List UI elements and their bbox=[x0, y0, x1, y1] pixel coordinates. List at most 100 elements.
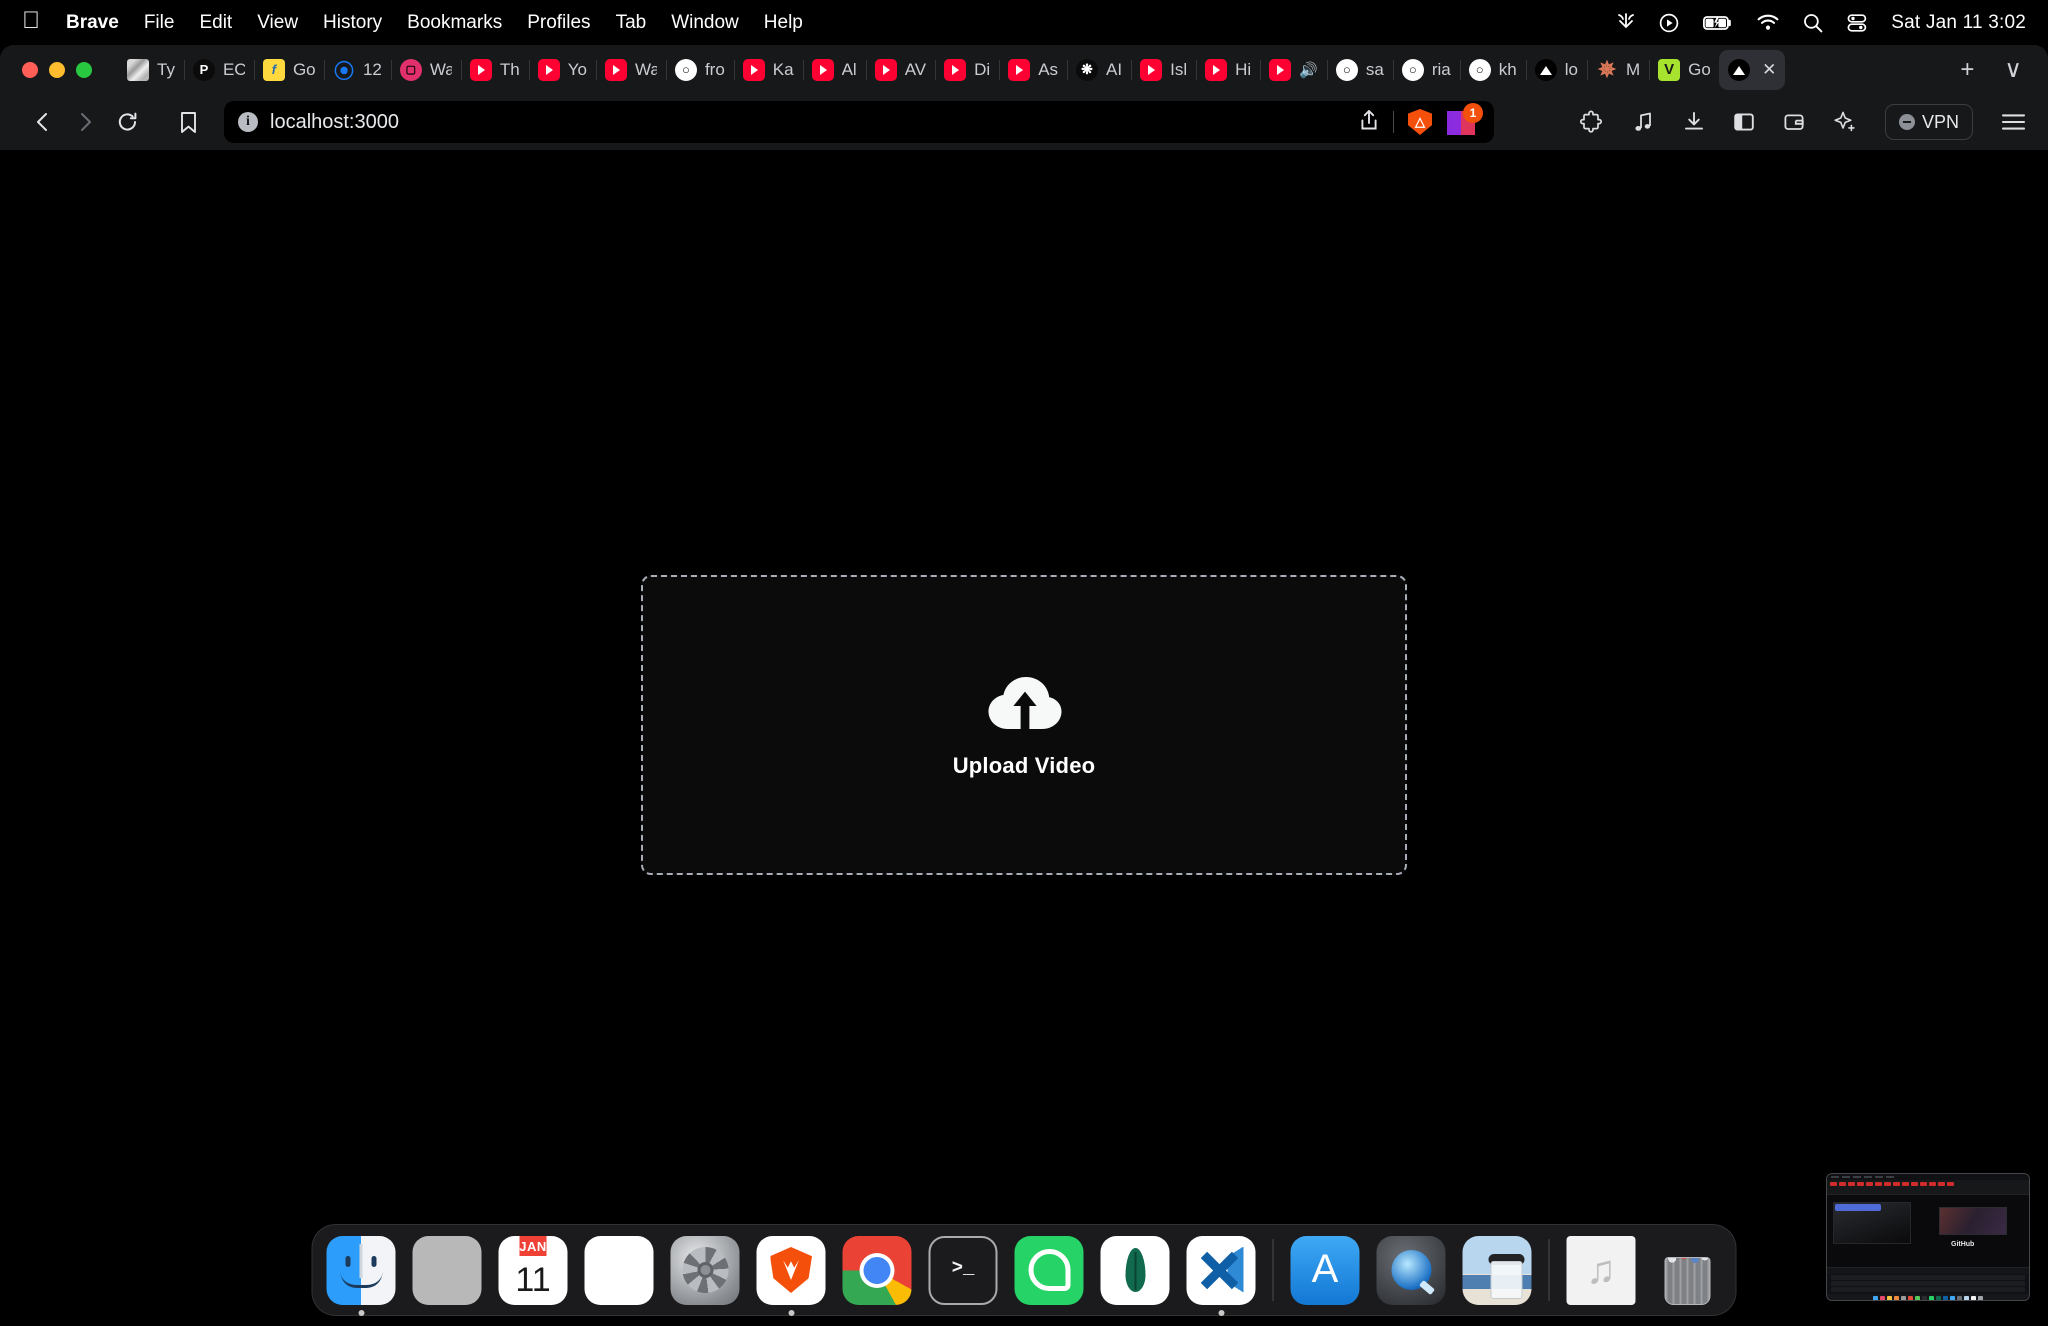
dock-item-chrome[interactable] bbox=[843, 1236, 912, 1305]
extensions-puzzle-icon[interactable] bbox=[1580, 110, 1604, 134]
browser-tab[interactable]: ○ria bbox=[1393, 50, 1460, 90]
apple-logo-icon[interactable]:  bbox=[22, 9, 40, 33]
menu-item-file[interactable]: File bbox=[144, 12, 175, 34]
browser-tab[interactable]: Th bbox=[461, 50, 529, 90]
menu-item-tab[interactable]: Tab bbox=[616, 12, 647, 34]
browser-tab[interactable]: ✵M bbox=[1587, 50, 1649, 90]
speaker-icon[interactable]: 🔊 bbox=[1299, 61, 1318, 79]
dock-item-whatsapp[interactable] bbox=[1015, 1236, 1084, 1305]
menu-item-help[interactable]: Help bbox=[764, 12, 803, 34]
menu-item-bookmarks[interactable]: Bookmarks bbox=[407, 12, 502, 34]
play-circle-icon[interactable] bbox=[1659, 13, 1679, 33]
menu-item-brave[interactable]: Brave bbox=[66, 12, 119, 34]
browser-tab[interactable]: As bbox=[999, 50, 1067, 90]
new-tab-button[interactable]: + bbox=[1960, 58, 1974, 82]
menu-item-edit[interactable]: Edit bbox=[199, 12, 232, 34]
browser-tab[interactable]: Ka bbox=[734, 50, 803, 90]
dock-item-trash[interactable] bbox=[1653, 1236, 1722, 1305]
thumb-address-bar bbox=[1827, 1188, 2029, 1195]
screenshot-preview-thumbnail[interactable]: GitHub bbox=[1826, 1173, 2030, 1301]
browser-tab-playing-audio[interactable]: 🔊 bbox=[1260, 50, 1327, 90]
url-text[interactable]: localhost:3000 bbox=[270, 111, 1347, 134]
browser-tab[interactable]: Al bbox=[803, 50, 866, 90]
wallet-icon[interactable] bbox=[1783, 111, 1805, 133]
browser-tab[interactable]: AV bbox=[866, 50, 935, 90]
browser-tab[interactable]: VGo bbox=[1649, 50, 1719, 90]
upload-video-dropzone[interactable]: Upload Video bbox=[641, 575, 1407, 875]
vercel-extension-icon[interactable]: 1 bbox=[1446, 107, 1480, 137]
browser-tab[interactable]: fGo bbox=[254, 50, 324, 90]
reload-button[interactable] bbox=[106, 101, 148, 143]
leo-ai-sparkle-icon[interactable] bbox=[1833, 110, 1857, 134]
browser-tab[interactable]: Wa bbox=[596, 50, 666, 90]
sidebar-icon[interactable] bbox=[1733, 111, 1755, 133]
download-arrow-icon[interactable] bbox=[1617, 13, 1635, 33]
menu-item-history[interactable]: History bbox=[323, 12, 382, 34]
close-tab-icon[interactable]: ✕ bbox=[1762, 60, 1776, 80]
control-center-icon[interactable] bbox=[1847, 13, 1867, 33]
browser-tab[interactable]: Hi bbox=[1196, 50, 1260, 90]
dock-item-app-store[interactable]: A bbox=[1291, 1236, 1360, 1305]
tab-label: EC bbox=[223, 60, 245, 80]
dock-item-mongodb-compass[interactable] bbox=[1101, 1236, 1170, 1305]
menu-item-view[interactable]: View bbox=[257, 12, 298, 34]
dock-item-music-stack[interactable]: ♫ bbox=[1567, 1236, 1636, 1305]
music-note-glyph: ♫ bbox=[1586, 1250, 1616, 1290]
browser-tab[interactable]: Di bbox=[935, 50, 999, 90]
dock-item-notes[interactable] bbox=[585, 1236, 654, 1305]
dock-item-finder[interactable] bbox=[327, 1236, 396, 1305]
browser-toolbar: i localhost:3000 △ 1 bbox=[0, 94, 2048, 150]
dock-item-quicktime[interactable] bbox=[1377, 1236, 1446, 1305]
battery-charging-icon[interactable] bbox=[1703, 14, 1733, 32]
vercel-icon bbox=[1728, 59, 1750, 81]
dock-item-preview[interactable] bbox=[1463, 1236, 1532, 1305]
browser-tab[interactable]: ⦿12 bbox=[324, 50, 391, 90]
close-window-button[interactable] bbox=[22, 62, 38, 78]
browser-tab[interactable]: PEC bbox=[184, 50, 254, 90]
dock-item-brave[interactable] bbox=[757, 1236, 826, 1305]
menu-item-profiles[interactable]: Profiles bbox=[527, 12, 590, 34]
hamburger-menu-icon[interactable] bbox=[2001, 112, 2026, 132]
browser-tab[interactable]: ○sa bbox=[1327, 50, 1393, 90]
site-info-icon[interactable]: i bbox=[238, 112, 258, 132]
dock-item-calendar[interactable]: JAN 11 bbox=[499, 1236, 568, 1305]
browser-tab[interactable]: ▢Wa bbox=[391, 50, 461, 90]
browser-tab[interactable]: Isl bbox=[1131, 50, 1196, 90]
forward-button[interactable] bbox=[64, 101, 106, 143]
browser-tab[interactable]: ○kh bbox=[1460, 50, 1526, 90]
dock-item-terminal[interactable]: >_ bbox=[929, 1236, 998, 1305]
tab-label: Ka bbox=[773, 60, 794, 80]
dock-item-system-settings[interactable] bbox=[671, 1236, 740, 1305]
minimize-window-button[interactable] bbox=[49, 62, 65, 78]
menu-item-window[interactable]: Window bbox=[671, 12, 739, 34]
tab-label: Isl bbox=[1170, 60, 1187, 80]
bookmark-icon[interactable] bbox=[168, 111, 208, 134]
dock-item-launchpad[interactable] bbox=[413, 1236, 482, 1305]
search-icon[interactable] bbox=[1803, 13, 1823, 33]
browser-tab[interactable]: Yo bbox=[529, 50, 596, 90]
thumb-page-body: GitHub bbox=[1827, 1195, 2029, 1267]
music-note-icon[interactable] bbox=[1632, 111, 1655, 134]
running-indicator bbox=[358, 1310, 364, 1316]
share-icon[interactable] bbox=[1359, 109, 1379, 136]
dock-item-vscode[interactable] bbox=[1187, 1236, 1256, 1305]
tab-strip-actions: + ∨ bbox=[1960, 58, 2048, 82]
menu-bar-clock[interactable]: Sat Jan 11 3:02 bbox=[1891, 12, 2026, 34]
browser-tab-active[interactable]: ✕ bbox=[1719, 50, 1785, 90]
page-viewport: Upload Video bbox=[0, 150, 2048, 1217]
maximize-window-button[interactable] bbox=[76, 62, 92, 78]
tab-search-chevron-down-icon[interactable]: ∨ bbox=[2004, 58, 2022, 82]
wifi-icon[interactable] bbox=[1757, 14, 1779, 31]
vite-icon: V bbox=[1658, 59, 1680, 81]
blue-swirl-icon: ⦿ bbox=[333, 59, 355, 81]
downloads-icon[interactable] bbox=[1683, 111, 1705, 133]
brave-shield-icon[interactable]: △ bbox=[1408, 109, 1432, 135]
brave-browser-window: Ty PEC fGo ⦿12 ▢Wa Th Yo Wa ○fro Ka Al A… bbox=[0, 45, 2048, 1217]
address-bar[interactable]: i localhost:3000 △ 1 bbox=[224, 101, 1494, 143]
browser-tab[interactable]: lo bbox=[1526, 50, 1587, 90]
browser-tab[interactable]: ○fro bbox=[666, 50, 734, 90]
browser-tab[interactable]: ❋AI bbox=[1067, 50, 1131, 90]
browser-tab[interactable]: Ty bbox=[118, 50, 184, 90]
vpn-button[interactable]: VPN bbox=[1885, 104, 1973, 140]
back-button[interactable] bbox=[22, 101, 64, 143]
